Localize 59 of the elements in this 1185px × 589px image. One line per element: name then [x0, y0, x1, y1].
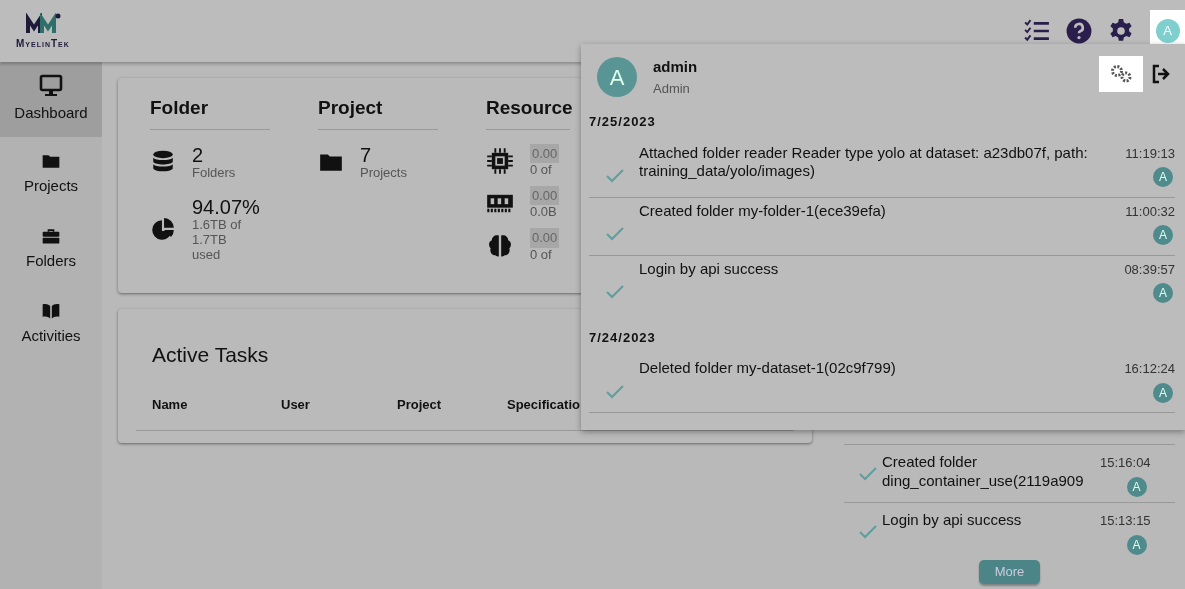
usage-percent: 0.00: [530, 143, 560, 163]
logo-mark-icon: [24, 13, 61, 35]
user-avatar: A: [1153, 225, 1173, 245]
event-time: 08:39:57: [1124, 260, 1175, 279]
user-name: admin: [653, 57, 698, 77]
usage-percent: 0.00: [530, 228, 560, 248]
monitor-icon: [39, 74, 63, 99]
usage-percent: 0.00: [530, 185, 560, 206]
column-header: Project: [397, 395, 443, 414]
settings-button[interactable]: [1099, 56, 1143, 92]
stat-value: 2: [192, 143, 204, 166]
sidebar-item[interactable]: Dashboard: [0, 62, 102, 137]
logout-icon[interactable]: [1151, 64, 1171, 84]
logo-text: MyelinTek: [16, 39, 70, 49]
help-icon[interactable]: [1066, 18, 1092, 44]
usage-detail: 0 of: [530, 247, 552, 263]
user-avatar: A: [1126, 534, 1147, 555]
event-text: Created folder ding_container_use(2119a909: [882, 452, 1085, 491]
event-text: Deleted folder my-dataset-1(02c9f799): [639, 358, 897, 378]
usage-detail: 0 of: [530, 163, 552, 178]
event-time: 15:13:15: [1100, 512, 1151, 530]
settings-icon[interactable]: [1108, 18, 1134, 44]
user-avatar: A: [1126, 476, 1147, 497]
sidebar-item[interactable]: Folders: [0, 212, 102, 287]
event-time: 16:12:24: [1124, 360, 1175, 378]
column-header: Name: [152, 395, 189, 414]
stat-value: 7: [360, 143, 372, 166]
date-heading: 7/25/2023: [589, 113, 657, 131]
event-text: Created folder my-folder-1(ece39efa): [639, 200, 887, 221]
column-header: Specificatio: [507, 395, 581, 414]
section-title: Resource: [486, 94, 570, 130]
event-text: Login by api success: [639, 258, 780, 279]
sidebar-item[interactable]: Projects: [0, 137, 102, 212]
stat-label: 1.6TB of 1.7TB used: [192, 218, 243, 264]
toolbox-icon: [41, 226, 61, 247]
user-avatar: A: [597, 57, 637, 97]
sidebar-item[interactable]: Activities: [0, 287, 102, 362]
usage-detail: 0.0B: [530, 205, 557, 221]
date-heading: 7/24/2023: [589, 328, 657, 347]
stat-value: 94.07%: [192, 196, 260, 219]
user-avatar: A: [1153, 283, 1173, 303]
card-title: Active Tasks: [151, 342, 269, 368]
checklist-icon[interactable]: [1024, 18, 1050, 44]
stat-label: Projects: [360, 165, 407, 181]
gears-icon: [1109, 64, 1133, 84]
stat-label: Folders: [192, 165, 236, 181]
user-avatar: A: [1153, 382, 1173, 403]
user-role: Admin: [653, 79, 691, 98]
section-title: Folder: [150, 94, 270, 130]
pie-chart-icon: [150, 216, 176, 243]
event-time: 11:19:13: [1125, 144, 1175, 163]
event-time: 15:16:04: [1100, 454, 1151, 472]
cpu-chip-icon: [486, 146, 514, 175]
column-header: User: [281, 395, 311, 414]
user-avatar: A: [1153, 167, 1173, 187]
section-title: Project: [318, 94, 438, 130]
event-text: Attached folder reader Reader type yolo at dataset: a23db07f, path: training_data/yolo/images): [639, 142, 1089, 181]
event-time: 11:00:32: [1125, 202, 1175, 221]
event-text: Login by api success: [882, 510, 1023, 530]
